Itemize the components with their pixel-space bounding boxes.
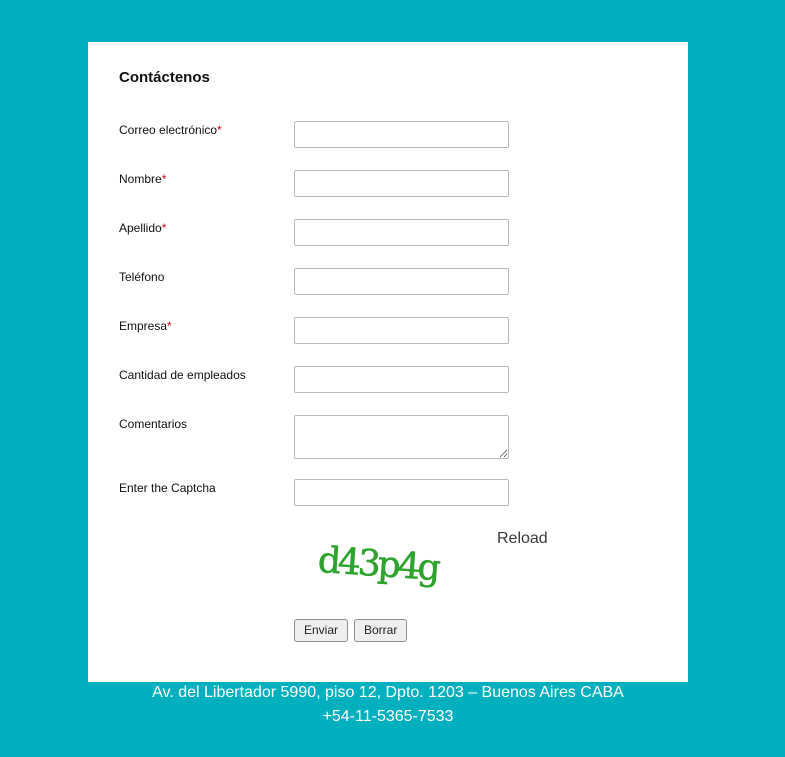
captcha-image: d43p4g: [316, 539, 441, 589]
form-title: Contáctenos: [119, 69, 210, 86]
phone-label-text: Teléfono: [119, 270, 165, 284]
first-name-label-text: Nombre: [119, 172, 162, 186]
email-label: Correo electrónico*: [119, 123, 222, 137]
comments-label: Comentarios: [119, 417, 187, 431]
first-name-label: Nombre*: [119, 172, 166, 186]
first-name-field[interactable]: [294, 170, 509, 197]
footer-phone: +54-11-5365-7533: [322, 708, 454, 725]
employees-label-text: Cantidad de empleados: [119, 368, 246, 382]
captcha-label: Enter the Captcha: [119, 481, 216, 495]
required-mark: *: [217, 123, 222, 137]
last-name-field[interactable]: [294, 219, 509, 246]
submit-button[interactable]: Enviar: [294, 619, 349, 642]
company-field[interactable]: [294, 317, 509, 344]
reset-button[interactable]: Borrar: [354, 619, 408, 642]
company-label: Empresa*: [119, 319, 172, 333]
phone-label: Teléfono: [119, 270, 164, 284]
email-label-text: Correo electrónico: [119, 123, 218, 137]
captcha-field[interactable]: [294, 479, 509, 506]
phone-field[interactable]: [294, 268, 509, 295]
employees-label: Cantidad de empleados: [119, 368, 246, 382]
company-label-text: Empresa: [119, 319, 168, 333]
comments-textarea[interactable]: [294, 415, 509, 459]
last-name-label: Apellido*: [119, 221, 166, 235]
required-mark: *: [161, 221, 167, 235]
last-name-label-text: Apellido: [119, 221, 162, 235]
required-mark: *: [167, 319, 172, 333]
required-mark: *: [161, 172, 167, 186]
comments-label-text: Comentarios: [119, 417, 188, 431]
contact-form-card: Contáctenos Correo electrónico* Nombre* …: [88, 42, 688, 682]
captcha-image-text: d43p4g: [317, 540, 441, 589]
captcha-label-text: Enter the Captcha: [119, 481, 216, 495]
captcha-reload-link[interactable]: Reload: [497, 530, 548, 548]
email-field[interactable]: [294, 121, 509, 148]
employees-field[interactable]: [294, 366, 509, 393]
footer-address: Av. del Libertador 5990, piso 12, Dpto. …: [152, 684, 624, 701]
